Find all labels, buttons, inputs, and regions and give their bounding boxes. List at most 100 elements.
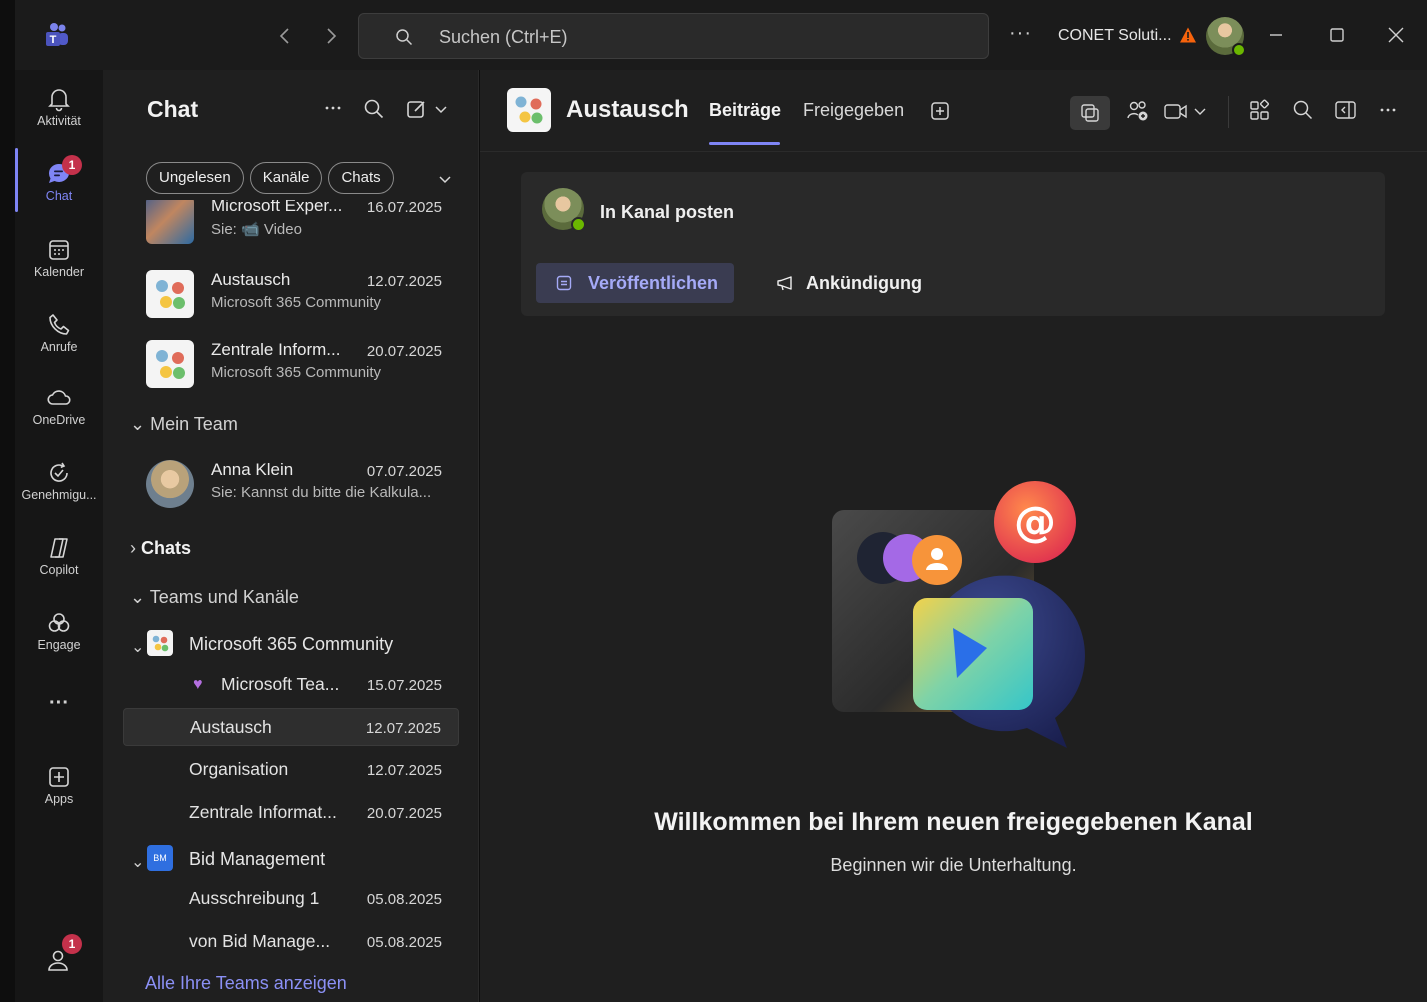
chat-list: Microsoft Exper... 16.07.2025 Sie: 📹 Vid…: [103, 200, 479, 1002]
add-tab-icon[interactable]: [930, 101, 950, 121]
notification-badge: 1: [62, 934, 82, 954]
rail-label: Copilot: [39, 563, 79, 577]
person-add-icon: 1: [46, 934, 82, 974]
copilot-icon: [46, 535, 72, 561]
profile-avatar[interactable]: [1206, 17, 1246, 57]
rail-label: OneDrive: [32, 413, 86, 427]
chat-preview: Microsoft 365 Community: [211, 294, 382, 311]
avatar: [542, 188, 586, 232]
list-item[interactable]: Anna Klein 07.07.2025 Sie: Kannst du bit…: [123, 454, 459, 518]
svg-text:T: T: [50, 34, 57, 46]
channel-view: Austausch Beiträge Freigegeben In Kanal …: [480, 70, 1427, 1002]
chat-preview: Sie: 📹 Video: [211, 221, 302, 238]
tab-shared[interactable]: Freigegeben: [803, 100, 904, 121]
shared-channel-button[interactable]: [1070, 96, 1110, 130]
section-label: Teams und Kanäle: [149, 587, 299, 607]
rail-more-apps[interactable]: ···: [15, 690, 103, 726]
open-pane-icon[interactable]: [1334, 99, 1358, 121]
channel-name: Ausschreibung 1: [189, 888, 320, 908]
cloud-icon: [46, 385, 72, 411]
list-item[interactable]: Zentrale Inform... 20.07.2025 Microsoft …: [123, 334, 459, 398]
welcome-subtitle: Beginnen wir die Unterhaltung.: [830, 855, 1077, 875]
warning-icon[interactable]: [1179, 26, 1197, 44]
filter-chips: Ungelesen Kanäle Chats: [146, 162, 394, 194]
publish-label: Veröffentlichen: [588, 273, 719, 293]
chevron-right-icon: ›: [130, 538, 136, 558]
chevron-down-icon: ⌄: [131, 639, 145, 656]
rail-label: Kalender: [33, 265, 85, 279]
back-arrow-icon[interactable]: [273, 24, 297, 48]
new-chat-icon[interactable]: [406, 98, 450, 120]
rail-onedrive[interactable]: OneDrive: [15, 377, 103, 443]
welcome-title: Willkommen bei Ihrem neuen freigegebenen…: [654, 808, 1253, 836]
channel-date: 20.07.2025: [366, 805, 442, 822]
team-avatar: [146, 340, 194, 388]
announcement-label: Ankündigung: [806, 273, 922, 293]
rail-invite-people[interactable]: 1: [15, 934, 103, 990]
chip-channels[interactable]: Kanäle: [249, 162, 323, 194]
section-label: Chats: [141, 538, 192, 558]
channel-item[interactable]: Organisation 12.07.2025: [123, 751, 459, 789]
chat-date: 20.07.2025: [366, 343, 442, 360]
toolbar-divider: [1228, 96, 1229, 128]
video-call-icon[interactable]: [1163, 99, 1213, 123]
section-mein-team[interactable]: ⌄ Mein Team: [130, 414, 238, 435]
calendar-icon: [46, 237, 72, 263]
channel-item[interactable]: Ausschreibung 1 05.08.2025: [123, 880, 459, 918]
rail-approvals[interactable]: Genehmigu...: [15, 452, 103, 518]
chat-preview: Sie: Kannst du bitte die Kalkula...: [211, 484, 432, 501]
channel-date: 05.08.2025: [366, 891, 442, 908]
tab-posts[interactable]: Beiträge: [709, 100, 781, 121]
chat-name: Anna Klein: [211, 460, 294, 479]
channel-item[interactable]: ♥ Microsoft Tea... 15.07.2025: [123, 666, 459, 704]
list-item[interactable]: Microsoft Exper... 16.07.2025 Sie: 📹 Vid…: [123, 200, 459, 254]
channel-title: Austausch: [566, 96, 689, 123]
channel-item[interactable]: von Bid Manage... 05.08.2025: [123, 923, 459, 961]
team-item[interactable]: ⌄ Microsoft 365 Community: [123, 625, 459, 663]
more-options-icon[interactable]: [322, 97, 344, 119]
rail-activity[interactable]: Aktivität: [15, 78, 103, 144]
add-people-icon[interactable]: [1126, 99, 1152, 123]
list-item[interactable]: Austausch 12.07.2025 Microsoft 365 Commu…: [123, 264, 459, 328]
rail-chat[interactable]: 1 Chat: [15, 153, 103, 219]
rail-label: Aktivität: [37, 114, 81, 128]
section-chats[interactable]: › Chats: [130, 538, 191, 559]
chevron-down-icon[interactable]: [436, 170, 454, 188]
section-teams[interactable]: ⌄ Teams und Kanäle: [130, 587, 299, 608]
rail-label: Engage: [37, 638, 81, 652]
search-icon[interactable]: [363, 98, 385, 120]
chevron-down-icon: ⌄: [131, 854, 145, 871]
more-options-button[interactable]: ···: [1009, 22, 1032, 45]
publish-button[interactable]: Veröffentlichen: [536, 263, 734, 303]
team-item[interactable]: ⌄ BM Bid Management: [123, 840, 459, 878]
apps-icon[interactable]: [1248, 99, 1272, 123]
bell-icon: [46, 86, 72, 112]
team-avatar: BM: [147, 845, 173, 871]
rail-calls[interactable]: Anrufe: [15, 304, 103, 370]
organization-name[interactable]: CONET Soluti...: [1058, 27, 1172, 45]
minimize-icon[interactable]: [1263, 22, 1289, 48]
rail-apps[interactable]: Apps: [15, 756, 103, 822]
rail-copilot[interactable]: Copilot: [15, 527, 103, 593]
rail-calendar[interactable]: Kalender: [15, 229, 103, 295]
announcement-button[interactable]: Ankündigung: [768, 263, 938, 303]
compose-prompt[interactable]: In Kanal posten: [600, 202, 734, 223]
channel-name: Organisation: [189, 759, 289, 779]
search-icon[interactable]: [1292, 99, 1314, 121]
forward-arrow-icon[interactable]: [319, 24, 343, 48]
channel-item[interactable]: Zentrale Informat... 20.07.2025: [123, 794, 459, 832]
add-apps-icon: [46, 764, 72, 790]
rail-label: Apps: [44, 792, 74, 806]
chip-chats[interactable]: Chats: [328, 162, 394, 194]
channel-item-selected[interactable]: Austausch 12.07.2025: [123, 708, 459, 746]
chat-icon: 1: [46, 155, 82, 187]
chevron-down-icon: ⌄: [130, 587, 146, 607]
more-options-icon[interactable]: [1377, 99, 1399, 121]
maximize-icon[interactable]: [1324, 22, 1350, 48]
rail-engage[interactable]: Engage: [15, 602, 103, 668]
team-name: Bid Management: [189, 849, 326, 869]
search-input[interactable]: Suchen (Ctrl+E): [358, 13, 989, 59]
all-teams-link[interactable]: Alle Ihre Teams anzeigen: [145, 973, 347, 994]
chip-unread[interactable]: Ungelesen: [146, 162, 244, 194]
close-icon[interactable]: [1383, 22, 1409, 48]
